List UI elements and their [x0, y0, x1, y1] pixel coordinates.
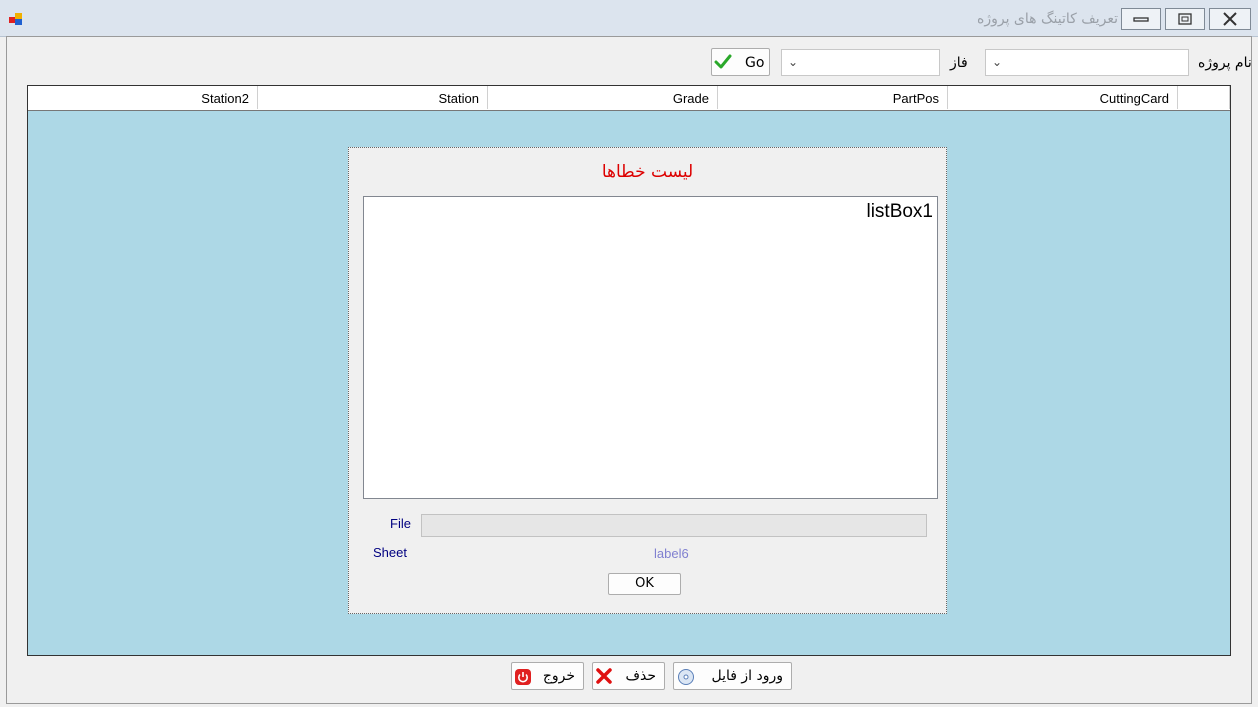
sheet-value: label6 [654, 546, 689, 561]
maximize-icon [1178, 13, 1192, 25]
title-bar: تعریف کاتینگ های پروژه [0, 0, 1258, 37]
go-button[interactable]: Go [711, 48, 770, 76]
go-label: Go [745, 55, 765, 71]
import-file-button[interactable]: ورود از فایل [673, 662, 792, 690]
column-header-partpos[interactable]: PartPos [718, 86, 948, 109]
chevron-down-icon: ⌄ [788, 55, 799, 69]
delete-button[interactable]: حذف [592, 662, 665, 690]
grid-row-header-corner [1178, 86, 1230, 109]
close-button[interactable] [1209, 8, 1251, 30]
list-item[interactable]: listBox1 [866, 201, 933, 223]
power-icon [515, 669, 531, 685]
chevron-down-icon: ⌄ [992, 55, 1003, 69]
grid-header: CuttingCard PartPos Grade Station Statio… [28, 86, 1230, 111]
check-icon [714, 54, 732, 69]
delete-label: حذف [625, 668, 656, 684]
column-header-station2[interactable]: Station2 [28, 86, 258, 109]
app-icon [9, 13, 22, 25]
minimize-icon [1133, 17, 1149, 22]
column-header-cuttingcard[interactable]: CuttingCard [948, 86, 1178, 109]
disc-icon [678, 669, 694, 685]
error-listbox[interactable]: listBox1 [363, 196, 938, 499]
error-list-title: لیست خطاها [601, 162, 694, 182]
delete-icon [596, 668, 612, 684]
sheet-label: Sheet [373, 545, 407, 560]
minimize-button[interactable] [1121, 8, 1161, 30]
exit-button[interactable]: خروج [511, 662, 584, 690]
exit-label: خروج [542, 668, 575, 684]
maximize-button[interactable] [1165, 8, 1205, 30]
ok-button[interactable]: OK [608, 573, 681, 595]
file-field [421, 514, 927, 537]
phase-label: فاز [950, 55, 968, 71]
error-list-panel: لیست خطاها listBox1 File Sheet label6 OK [348, 147, 947, 614]
import-file-label: ورود از فایل [711, 668, 783, 684]
phase-select[interactable]: ⌄ [781, 49, 940, 76]
file-label: File [390, 516, 411, 531]
close-icon [1223, 12, 1237, 26]
column-header-station[interactable]: Station [258, 86, 488, 109]
project-label: نام پروژه [1198, 55, 1252, 71]
window-title: تعریف کاتینگ های پروژه [976, 11, 1118, 27]
project-select[interactable]: ⌄ [985, 49, 1189, 76]
column-header-grade[interactable]: Grade [488, 86, 718, 109]
